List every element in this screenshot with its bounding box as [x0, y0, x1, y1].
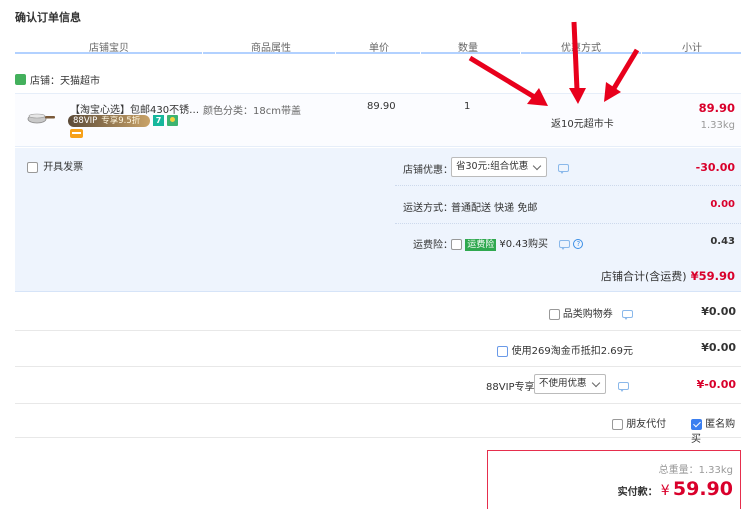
annotation-arrows [468, 21, 640, 106]
arrow-middle-head [569, 88, 586, 104]
arrow-right [610, 48, 640, 92]
arrow-left [468, 55, 538, 101]
arrow-middle [571, 21, 580, 91]
